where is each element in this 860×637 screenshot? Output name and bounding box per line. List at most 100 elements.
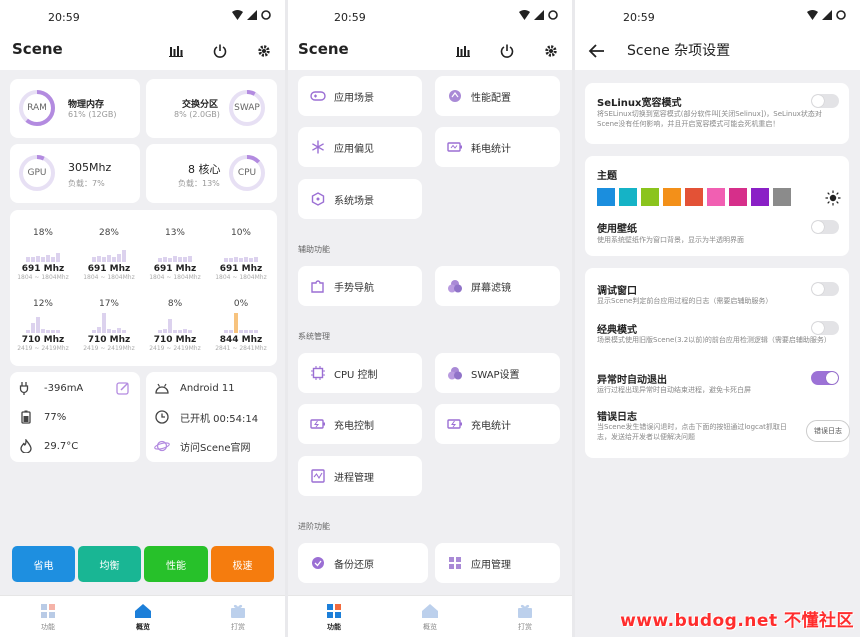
brightness-icon[interactable] — [825, 190, 841, 206]
theme-color-green[interactable] — [641, 188, 659, 206]
nav-overview[interactable]: 概览 — [113, 602, 173, 632]
bottom-nav: 功能 概览 打赏 — [0, 595, 285, 637]
swap-title: 交换分区 — [182, 100, 219, 110]
tile-cpu-control[interactable]: CPU 控制 — [298, 353, 422, 393]
nav-donate[interactable]: 打赏 — [208, 602, 268, 632]
classic-toggle[interactable] — [811, 321, 839, 335]
status-bar: 20:59 — [575, 0, 860, 34]
mode-powersave-button[interactable]: 省电 — [12, 546, 75, 582]
wifi-icon — [519, 10, 530, 20]
tile-app-mgmt[interactable]: 应用管理 — [435, 543, 560, 583]
core-0: 18% 691 Mhz 1804 ~ 1804Mhz — [13, 228, 73, 281]
app-title: Scene — [298, 40, 349, 58]
theme-color-gray[interactable] — [773, 188, 791, 206]
tile-power-stats[interactable]: 耗电统计 — [435, 127, 560, 167]
tile-app-scene[interactable]: 应用场景 — [298, 76, 422, 116]
watermark: www.budog.net 不懂社区 — [620, 611, 854, 631]
theme-color-cyan[interactable] — [619, 188, 637, 206]
autoexit-desc: 运行过程出现异常时自动结束进程，避免卡死白屏 — [597, 386, 751, 394]
power-icon[interactable] — [496, 40, 518, 62]
theme-color-red[interactable] — [685, 188, 703, 206]
visit-website-link[interactable]: 访问Scene官网 — [154, 438, 251, 454]
tile-charge-stats[interactable]: 充电统计 — [435, 404, 560, 444]
theme-color-purple[interactable] — [751, 188, 769, 206]
nav-donate[interactable]: 打赏 — [495, 602, 555, 632]
perf-icon — [447, 88, 463, 104]
mode-balance-button[interactable]: 均衡 — [78, 546, 141, 582]
section-assist: 辅助功能 — [298, 245, 330, 254]
ram-usage: 61% (12GB) — [68, 110, 117, 119]
tile-sys-scene[interactable]: 系统场景 — [298, 179, 422, 219]
nav-functions[interactable]: 功能 — [304, 602, 364, 632]
section-advanced: 进阶功能 — [298, 522, 330, 531]
cpu-cores: 8 核心 — [188, 163, 221, 176]
gear-icon[interactable] — [540, 40, 562, 62]
app-bar: Scene — [0, 34, 285, 70]
core-7-bars — [211, 311, 271, 333]
tile-backup-restore[interactable]: 备份还原 — [298, 543, 428, 583]
debug-title: 调试窗口 — [597, 286, 637, 297]
filter-icon — [447, 278, 463, 294]
theme-color-magenta[interactable] — [729, 188, 747, 206]
power-icon[interactable] — [209, 40, 231, 62]
tile-swap-settings[interactable]: SWAP设置 — [435, 353, 560, 393]
battery-current: -396mA — [44, 382, 84, 394]
core-5: 17% 710 Mhz 2419 ~ 2419Mhz — [79, 299, 139, 352]
status-bar: 20:59 — [0, 0, 285, 34]
section-system: 系统管理 — [298, 332, 330, 341]
selinux-toggle[interactable] — [811, 94, 839, 108]
back-arrow-icon[interactable] — [587, 41, 607, 61]
tile-screen-filter[interactable]: 屏幕滤镜 — [435, 266, 560, 306]
swap-card[interactable]: 交换分区 8% (2.0GB) SWAP — [146, 79, 277, 138]
mode-fast-button[interactable]: 极速 — [211, 546, 274, 582]
ram-card[interactable]: RAM 物理内存 61% (12GB) — [10, 79, 140, 138]
charge-stats-icon — [447, 416, 463, 432]
android-version: Android 11 — [180, 382, 235, 394]
core-4: 12% 710 Mhz 2419 ~ 2419Mhz — [13, 299, 73, 352]
nav-overview[interactable]: 概览 — [400, 602, 460, 632]
edit-icon[interactable] — [116, 380, 132, 396]
gear-icon[interactable] — [253, 40, 275, 62]
planet-icon — [154, 438, 170, 454]
autoexit-toggle[interactable] — [811, 371, 839, 385]
errlog-title: 错误日志 — [597, 412, 637, 423]
core-5-bars — [79, 311, 139, 333]
misc-settings-screen: 20:59 Scene 杂项设置 SeLinux宽容模式 将SELinux切换到… — [575, 0, 860, 637]
tile-charge-control[interactable]: 充电控制 — [298, 404, 422, 444]
signal-icon — [822, 10, 832, 20]
backup-icon — [310, 555, 326, 571]
status-time: 20:59 — [623, 11, 655, 24]
chart-icon[interactable] — [165, 40, 187, 62]
cpu-ring-label: CPU — [237, 168, 257, 178]
puzzle-icon — [310, 278, 326, 294]
errlog-desc: 当Scene发生错误闪退时，点击下面的按钮通过logcat抓取日志，发送给开发者… — [597, 423, 787, 441]
theme-color-blue[interactable] — [597, 188, 615, 206]
theme-color-pink[interactable] — [707, 188, 725, 206]
tile-process-mgmt[interactable]: 进程管理 — [298, 456, 422, 496]
tile-gesture[interactable]: 手势导航 — [298, 266, 422, 306]
tile-app-pref[interactable]: 应用偏见 — [298, 127, 422, 167]
debug-toggle[interactable] — [811, 282, 839, 296]
selinux-card: SeLinux宽容模式 将SELinux切换到宽容模式(部分软件叫[关闭Seli… — [585, 83, 849, 144]
error-log-button[interactable]: 错误日志 — [806, 420, 850, 442]
apps-icon — [447, 555, 463, 571]
cpu-cores-card[interactable]: 18% 691 Mhz 1804 ~ 1804Mhz 28% 691 Mhz 1… — [10, 210, 277, 366]
app-bar: Scene — [288, 34, 572, 70]
mode-performance-button[interactable]: 性能 — [144, 546, 208, 582]
nav-functions[interactable]: 功能 — [18, 602, 78, 632]
theme-color-orange[interactable] — [663, 188, 681, 206]
gpu-frequency: 305Mhz — [68, 161, 112, 174]
battery-card[interactable]: -396mA 77% 29.7°C — [10, 372, 140, 462]
core-4-bars — [13, 311, 73, 333]
grid-icon — [41, 604, 55, 618]
tile-perf-config[interactable]: 性能配置 — [435, 76, 560, 116]
wallpaper-toggle[interactable] — [811, 220, 839, 234]
page-title: Scene 杂项设置 — [627, 43, 731, 59]
chart-icon[interactable] — [452, 40, 474, 62]
classic-title: 经典模式 — [597, 325, 637, 336]
device-card[interactable]: Android 11 已开机 00:54:14 访问Scene官网 — [146, 372, 277, 462]
status-bar: 20:59 — [288, 0, 572, 34]
cpu-card[interactable]: 8 核心 负载：13% CPU — [146, 144, 277, 203]
gpu-card[interactable]: GPU 305Mhz 负载：7% — [10, 144, 140, 203]
plug-icon — [18, 380, 34, 396]
